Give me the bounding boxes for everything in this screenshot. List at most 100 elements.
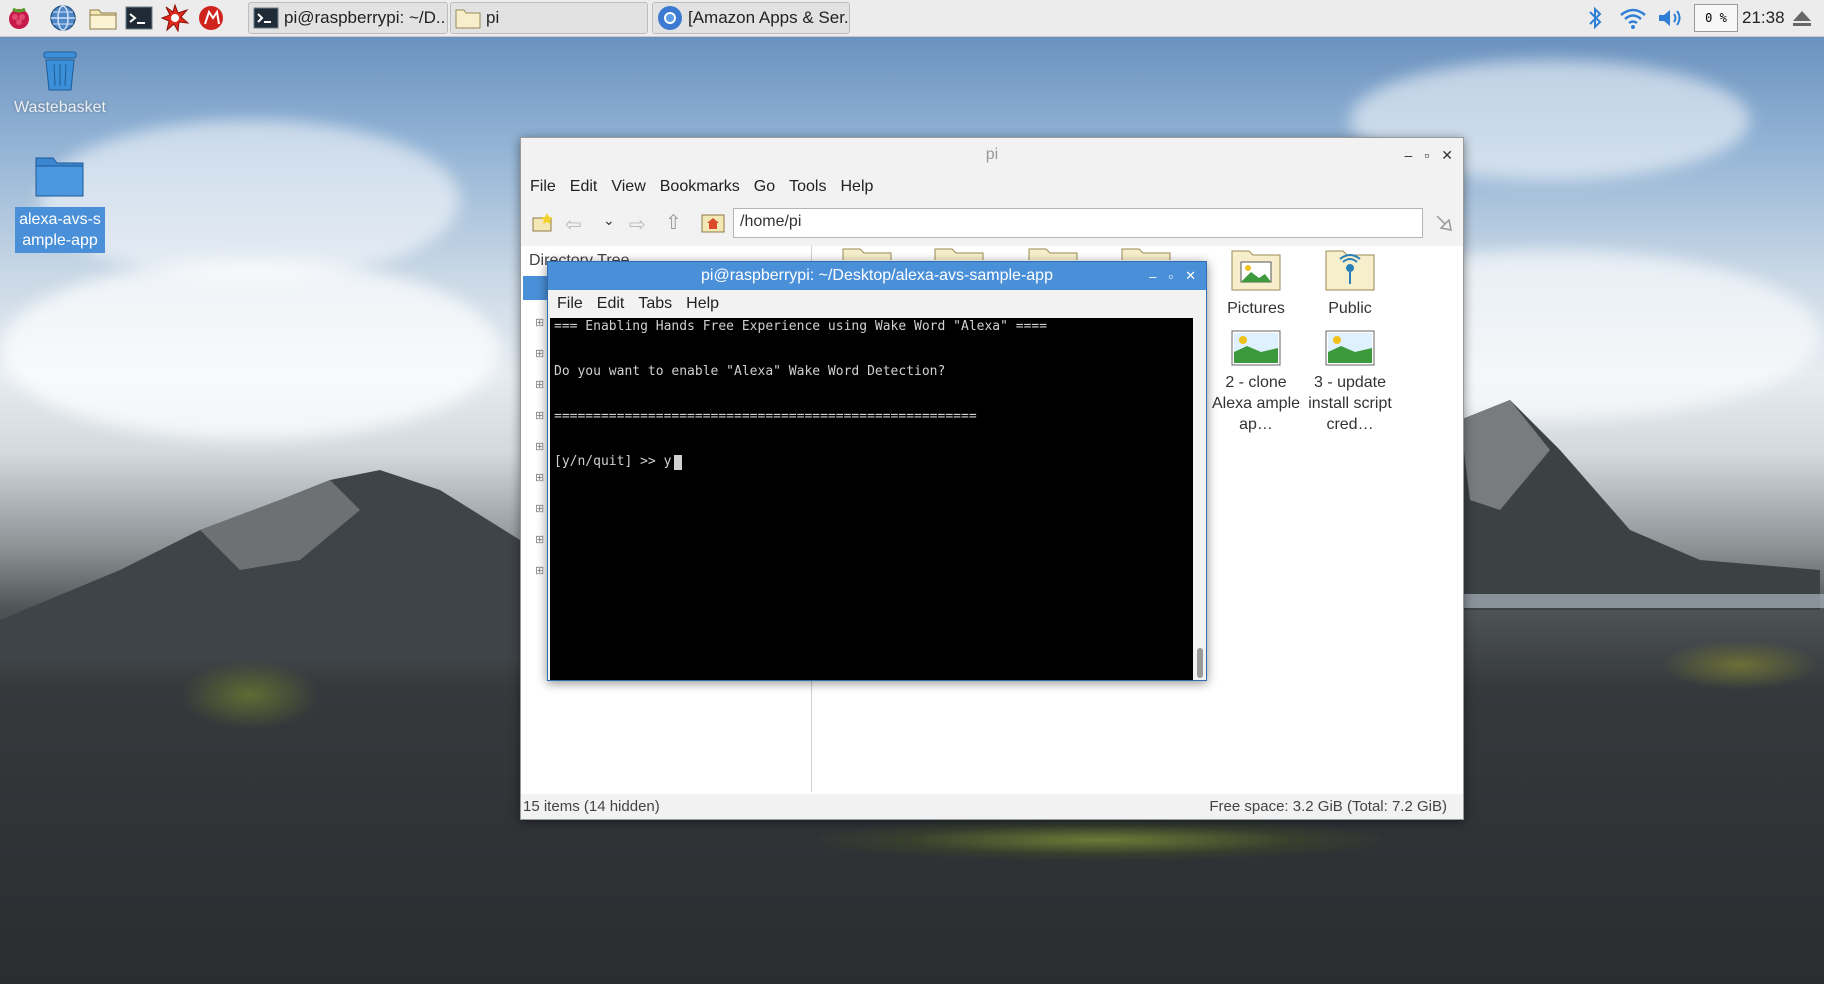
- terminal-scrollbar[interactable]: [1195, 318, 1206, 680]
- globe-icon[interactable]: [48, 3, 78, 33]
- wifi-icon[interactable]: [1618, 5, 1648, 31]
- task-label: [Amazon Apps & Ser...: [688, 8, 850, 27]
- menu-help[interactable]: Help: [679, 295, 726, 313]
- grass: [820, 820, 1380, 860]
- menu-file[interactable]: File: [523, 178, 563, 196]
- menu-edit[interactable]: Edit: [563, 178, 605, 196]
- window-title: pi: [985, 146, 999, 163]
- task-terminal[interactable]: pi@raspberrypi: ~/D...: [248, 2, 448, 34]
- task-browser[interactable]: [Amazon Apps & Ser...: [652, 2, 850, 34]
- folder-icon[interactable]: [88, 3, 118, 33]
- grass: [180, 660, 320, 730]
- menu-file[interactable]: File: [550, 295, 590, 313]
- cpu-monitor[interactable]: 0 %: [1694, 0, 1738, 36]
- trash-icon: [43, 51, 77, 91]
- file-manager-titlebar[interactable]: pi – ▫ ✕: [521, 138, 1463, 172]
- close-icon[interactable]: ✕: [1185, 268, 1196, 284]
- grass: [1660, 640, 1820, 690]
- up-icon[interactable]: ⇧: [665, 210, 682, 235]
- file-label: Public: [1328, 300, 1372, 317]
- file-item[interactable]: 3 - update install script cred…: [1300, 330, 1400, 435]
- terminal-line: === Enabling Hands Free Experience using…: [554, 319, 1048, 334]
- file-item[interactable]: 2 - clone Alexa ample ap…: [1206, 330, 1306, 435]
- terminal-icon[interactable]: [124, 3, 154, 33]
- expand-icon[interactable]: ⊞: [535, 370, 544, 401]
- menu-view[interactable]: View: [604, 178, 652, 196]
- file-label: Pictures: [1227, 300, 1285, 317]
- file-item[interactable]: Public: [1300, 248, 1400, 319]
- task-label: pi@raspberrypi: ~/D...: [284, 8, 448, 27]
- mountain-left: [0, 470, 560, 660]
- expand-icon[interactable]: ⊞: [535, 432, 544, 463]
- taskbar: pi@raspberrypi: ~/D... pi [Amazon Apps &…: [0, 0, 1824, 37]
- window-title: pi@raspberrypi: ~/Desktop/alexa-avs-samp…: [701, 267, 1053, 284]
- expand-icon[interactable]: ⊞: [535, 401, 544, 432]
- expand-icon[interactable]: ⊞: [535, 308, 544, 339]
- status-bar: 15 items (14 hidden) Free space: 3.2 GiB…: [521, 794, 1463, 819]
- menu-tools[interactable]: Tools: [782, 178, 833, 196]
- raspberry-menu-icon[interactable]: [4, 3, 34, 33]
- terminal-line: Do you want to enable "Alexa" Wake Word …: [554, 364, 946, 379]
- menu-bookmarks[interactable]: Bookmarks: [653, 178, 747, 196]
- terminal-line: [y/n/quit] >> y: [554, 454, 672, 469]
- sea-line: [1460, 594, 1824, 608]
- folder-icon: [455, 9, 481, 29]
- history-dropdown-icon[interactable]: ⌄: [603, 212, 615, 229]
- burst-icon[interactable]: [160, 3, 190, 33]
- eject-icon[interactable]: [1790, 6, 1814, 30]
- task-file-manager[interactable]: pi: [450, 2, 648, 34]
- tree-expanders: ⊞ ⊞ ⊞ ⊞ ⊞ ⊞ ⊞ ⊞ ⊞: [535, 308, 544, 587]
- pictures-folder-icon: [1231, 250, 1281, 291]
- volume-icon[interactable]: [1656, 5, 1686, 31]
- alexa-folder-desktop-icon[interactable]: alexa-avs-sample-app: [5, 154, 115, 253]
- image-file-icon: [1231, 330, 1281, 366]
- folder-icon[interactable]: [842, 246, 892, 260]
- menu-go[interactable]: Go: [747, 178, 782, 196]
- file-manager-menubar: File Edit View Bookmarks Go Tools Help: [521, 172, 1463, 202]
- back-icon[interactable]: ⇦: [565, 212, 582, 237]
- maximize-icon[interactable]: ▫: [1424, 147, 1429, 163]
- cpu-usage: 0 %: [1705, 11, 1727, 25]
- bluetooth-icon[interactable]: [1584, 5, 1606, 31]
- expand-icon[interactable]: ⊞: [535, 339, 544, 370]
- path-input[interactable]: /home/pi: [733, 208, 1423, 238]
- folder-icon[interactable]: [934, 246, 984, 260]
- public-folder-icon: [1325, 250, 1375, 291]
- expand-icon[interactable]: ⊞: [535, 494, 544, 525]
- expand-icon[interactable]: ⊞: [535, 556, 544, 587]
- menu-tabs[interactable]: Tabs: [631, 295, 679, 313]
- minimize-icon[interactable]: –: [1405, 147, 1413, 163]
- expand-icon[interactable]: ⊞: [535, 463, 544, 494]
- terminal-window: pi@raspberrypi: ~/Desktop/alexa-avs-samp…: [547, 261, 1207, 681]
- go-icon[interactable]: [1433, 212, 1455, 234]
- wastebasket-desktop-icon[interactable]: Wastebasket: [5, 46, 115, 117]
- file-manager-toolbar: ⇦ ⌄ ⇨ ⇧ /home/pi: [521, 202, 1463, 246]
- folder-icon[interactable]: [1028, 246, 1078, 260]
- forward-icon[interactable]: ⇨: [629, 212, 646, 237]
- scrollbar-thumb[interactable]: [1197, 648, 1203, 678]
- home-icon[interactable]: [701, 212, 725, 234]
- expand-icon[interactable]: ⊞: [535, 525, 544, 556]
- folder-label: alexa-avs-sample-app: [15, 207, 105, 253]
- terminal-output[interactable]: === Enabling Hands Free Experience using…: [550, 318, 1193, 680]
- maximize-icon[interactable]: ▫: [1168, 269, 1173, 284]
- menu-edit[interactable]: Edit: [590, 295, 632, 313]
- wolfram-icon[interactable]: [196, 3, 226, 33]
- terminal-icon: [253, 7, 279, 29]
- menu-help[interactable]: Help: [833, 178, 880, 196]
- file-label: 2 - clone Alexa ample ap…: [1211, 374, 1301, 433]
- chromium-icon: [658, 6, 682, 30]
- terminal-titlebar[interactable]: pi@raspberrypi: ~/Desktop/alexa-avs-samp…: [548, 262, 1206, 290]
- item-count: 15 items (14 hidden): [523, 798, 660, 815]
- terminal-line: ========================================…: [554, 409, 977, 424]
- close-icon[interactable]: ✕: [1441, 147, 1453, 164]
- minimize-icon[interactable]: –: [1149, 269, 1156, 284]
- file-item[interactable]: Pictures: [1206, 248, 1306, 319]
- clock[interactable]: 21:38: [1742, 8, 1785, 28]
- terminal-cursor: [674, 455, 682, 470]
- image-file-icon: [1325, 330, 1375, 366]
- new-tab-icon[interactable]: [531, 212, 555, 234]
- folder-icon[interactable]: [1121, 246, 1171, 260]
- folder-icon: [35, 157, 84, 197]
- wastebasket-label: Wastebasket: [14, 99, 106, 116]
